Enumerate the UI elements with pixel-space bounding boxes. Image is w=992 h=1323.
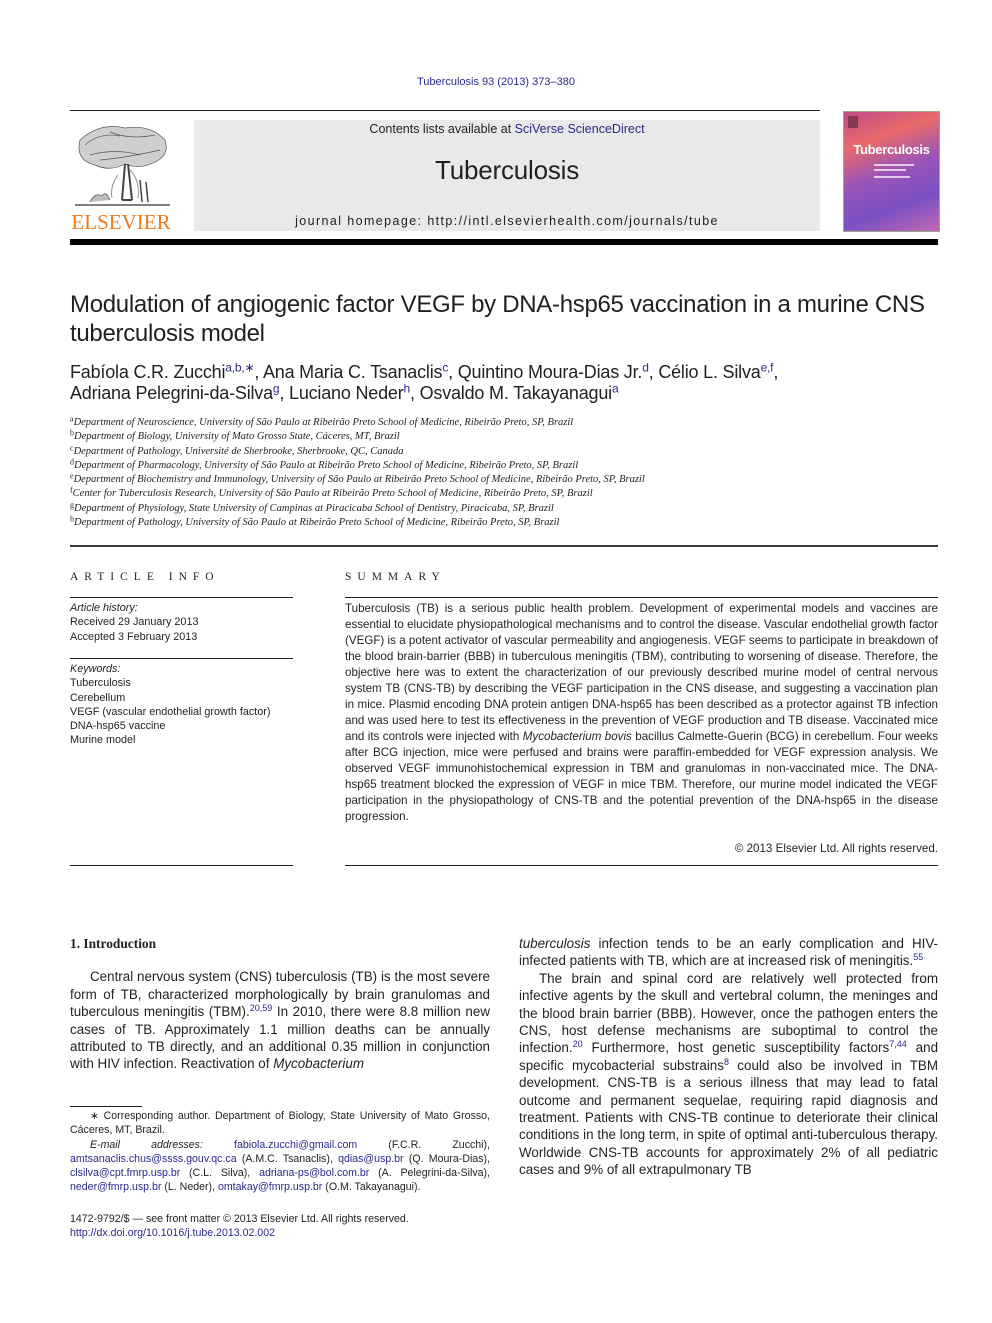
keyword: Murine model	[70, 734, 136, 747]
affiliation: hDepartment of Pathology, University of …	[70, 514, 560, 529]
email-link[interactable]: clsilva@cpt.fmrp.usp.br	[70, 1167, 180, 1179]
accepted-date: Accepted 3 February 2013	[70, 630, 198, 643]
summary-bottom-rule	[345, 865, 938, 866]
keyword: DNA-hsp65 vaccine	[70, 720, 166, 733]
affiliation: dDepartment of Pharmacology, University …	[70, 457, 579, 471]
summary-copyright: © 2013 Elsevier Ltd. All rights reserved…	[734, 842, 938, 855]
article-info-divider	[70, 597, 293, 598]
cover-editor-line	[874, 176, 910, 178]
paragraph: The brain and spinal cord are relatively…	[519, 970, 939, 1178]
cover-editor-line	[874, 164, 914, 166]
article-info-heading: ARTICLE INFO	[70, 571, 220, 583]
citation-link[interactable]: 55	[913, 952, 923, 962]
author[interactable]: Luciano Nederh	[289, 382, 410, 403]
elsevier-tree-icon	[75, 126, 170, 206]
author[interactable]: Fabíola C.R. Zucchia,b,∗	[70, 361, 255, 382]
corresponding-author-footnote: ∗ Corresponding author. Department of Bi…	[70, 1110, 490, 1194]
footnote-rule	[70, 1106, 142, 1107]
header-top-rule	[70, 110, 820, 111]
author[interactable]: Osvaldo M. Takayanaguia	[420, 382, 619, 403]
affiliation: gDepartment of Physiology, State Univers…	[70, 500, 554, 514]
affiliation-list: aDepartment of Neuroscience, University …	[70, 414, 950, 530]
email-link[interactable]: neder@fmrp.usp.br	[70, 1181, 161, 1193]
cover-editor-line	[874, 169, 906, 171]
paragraph: tuberculosis infection tends to be an ea…	[519, 936, 938, 969]
paragraph: Central nervous system (CNS) tuberculosi…	[70, 969, 490, 1072]
sciencedirect-link[interactable]: SciVerse ScienceDirect	[515, 122, 645, 136]
journal-cover-thumbnail[interactable]: Tuberculosis	[843, 111, 940, 232]
issn-line: 1472-9792/$ — see front matter © 2013 El…	[70, 1213, 409, 1225]
author[interactable]: Ana Maria C. Tsanaclisc	[263, 361, 448, 382]
affiliations-divider	[70, 545, 938, 547]
keyword: Tuberculosis	[70, 677, 131, 690]
introduction-heading: 1. Introduction	[70, 936, 157, 951]
email-link[interactable]: qdias@usp.br	[338, 1153, 404, 1165]
cover-title: Tuberculosis	[853, 142, 930, 157]
received-date: Received 29 January 2013	[70, 616, 199, 629]
journal-reference[interactable]: Tuberculosis 93 (2013) 373–380	[0, 76, 992, 88]
author[interactable]: Adriana Pelegrini-da-Silvag	[70, 382, 280, 403]
journal-homepage: journal homepage: http://intl.elsevierhe…	[295, 214, 719, 228]
keyword: VEGF (vascular endothelial growth factor…	[70, 705, 271, 718]
homepage-link[interactable]: http://intl.elsevierhealth.com/journals/…	[427, 214, 719, 228]
elsevier-wordmark: ELSEVIER	[71, 210, 171, 234]
citation-link[interactable]: 7,44	[889, 1040, 907, 1050]
affiliation: cDepartment of Pathology, Université de …	[70, 443, 404, 457]
doi-link[interactable]: http://dx.doi.org/10.1016/j.tube.2013.02…	[70, 1227, 275, 1239]
article-info-bottom-rule	[70, 865, 293, 866]
affiliation: aDepartment of Neuroscience, University …	[70, 414, 574, 428]
cover-publisher-icon	[848, 116, 858, 128]
journal-name: Tuberculosis	[434, 155, 580, 185]
elsevier-logo[interactable]: ELSEVIER	[70, 120, 172, 234]
summary-text: Tuberculosis (TB) is a serious public he…	[345, 602, 939, 823]
affiliation: fCenter for Tuberculosis Research, Unive…	[70, 485, 593, 500]
summary-divider	[345, 597, 938, 598]
email-link[interactable]: fabiola.zucchi@gmail.com	[234, 1139, 357, 1151]
article-history: Article history: Received 29 January 201…	[70, 601, 300, 644]
article-title: Modulation of angiogenic factor VEGF by …	[70, 291, 925, 347]
header-thick-rule	[70, 239, 938, 245]
email-link[interactable]: omtakay@fmrp.usp.br	[218, 1181, 322, 1193]
affiliation: bDepartment of Biology, University of Ma…	[70, 428, 400, 443]
affiliation: eDepartment of Biochemistry and Immunolo…	[70, 471, 645, 486]
keywords-list: Keywords: Tuberculosis Cerebellum VEGF (…	[70, 662, 300, 748]
contents-availability: Contents lists available at SciVerse Sci…	[369, 122, 645, 136]
author[interactable]: Célio L. Silvae,f	[658, 361, 773, 382]
keywords-divider	[70, 658, 293, 659]
citation-link[interactable]: 20,59	[250, 1003, 273, 1013]
front-matter: 1472-9792/$ — see front matter © 2013 El…	[70, 1212, 510, 1241]
citation-link[interactable]: 20	[573, 1040, 583, 1050]
email-link[interactable]: adriana-ps@bol.com.br	[259, 1167, 369, 1179]
author-list: Fabíola C.R. Zucchia,b,∗, Ana Maria C. T…	[70, 360, 779, 403]
email-link[interactable]: amtsanaclis.chus@ssss.gouv.qc.ca	[70, 1153, 237, 1165]
body-column-left: 1. Introduction Central nervous system (…	[70, 935, 490, 1073]
summary-heading: SUMMARY	[345, 571, 446, 583]
body-column-right: tuberculosis infection tends to be an ea…	[519, 935, 938, 1179]
author[interactable]: Quintino Moura-Dias Jr.d	[458, 361, 649, 382]
keyword: Cerebellum	[70, 691, 126, 704]
